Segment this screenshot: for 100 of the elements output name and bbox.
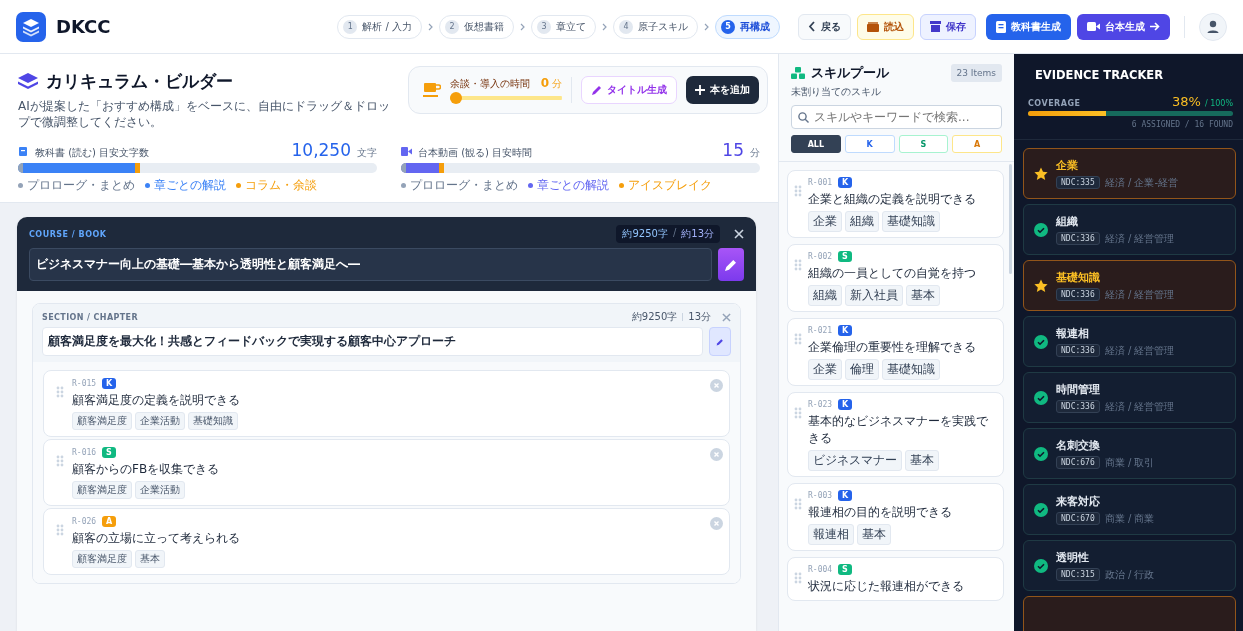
slider-value: 0	[540, 76, 549, 90]
drag-handle-icon[interactable]	[794, 259, 802, 271]
skill-card[interactable]: R-004 S 状況に応じた報連相ができる	[787, 557, 1004, 601]
course-title-field[interactable]: ビジネスマナー向上の基礎―基本から透明性と顧客満足へ―	[29, 248, 712, 282]
meter-label: 教科書 (読む) 目安文字数	[35, 146, 150, 161]
step-tab[interactable]: 3 章立て	[531, 14, 596, 39]
check-circle-icon	[1034, 390, 1048, 405]
pencil-icon	[591, 84, 602, 96]
skill-title: 報連相の目的を説明できる	[808, 504, 952, 521]
search-icon	[798, 112, 809, 123]
ndc-code: NDC:676	[1056, 456, 1100, 469]
scrollbar-thumb[interactable]	[1009, 164, 1012, 274]
chevron-right-icon	[520, 22, 525, 31]
search-field[interactable]: スキルやキーワードで検索...	[791, 105, 1002, 129]
skill-type-badge: K	[838, 177, 853, 188]
skill-id: R-016	[72, 448, 97, 458]
skill-card[interactable]: R-001 K 企業と組織の定義を説明できる 企業 組織 基礎知識	[787, 170, 1004, 238]
skill-id: R-004	[808, 565, 833, 574]
remove-icon[interactable]	[710, 448, 723, 462]
coverage-total: / 100%	[1204, 99, 1233, 108]
arrow-right-icon	[1150, 22, 1160, 31]
drag-handle-icon[interactable]	[56, 386, 64, 399]
legend-label: アイスブレイク	[628, 177, 712, 195]
meter-unit: 文字	[357, 146, 377, 161]
slider-thumb[interactable]	[450, 92, 462, 104]
user-avatar-icon[interactable]	[1199, 12, 1227, 41]
check-circle-icon	[1034, 558, 1048, 573]
edit-button[interactable]	[718, 248, 744, 282]
pool-title: スキルプール	[811, 64, 889, 82]
book-button[interactable]: 教科書生成	[986, 13, 1071, 40]
skill-tag: 基礎知識	[882, 359, 940, 380]
skill-tag: 組織	[845, 211, 879, 232]
skill-card[interactable]: R-026 A 顧客の立場に立って考えられる 顧客満足度 基本	[43, 508, 730, 576]
drag-handle-icon[interactable]	[794, 407, 802, 419]
skill-card[interactable]: R-015 K 顧客満足度の定義を説明できる 顧客満足度 企業活動 基礎知識	[43, 370, 730, 438]
drag-handle-icon[interactable]	[794, 572, 802, 584]
legend-label: プロローグ・まとめ	[410, 177, 518, 195]
evidence-category: 商業 / 商業	[1104, 511, 1155, 526]
drag-handle-icon[interactable]	[56, 524, 64, 537]
drag-handle-icon[interactable]	[794, 333, 802, 345]
remove-icon[interactable]	[710, 517, 723, 531]
archive-icon	[930, 21, 941, 32]
drag-handle-icon[interactable]	[56, 455, 64, 468]
filter-tab[interactable]: K	[844, 135, 895, 153]
section-title-field[interactable]: 顧客満足度を最大化！共感とフィードバックで実現する顧客中心アプローチ	[42, 327, 703, 357]
skill-card[interactable]: R-016 S 顧客からのFBを収集できる 顧客満足度 企業活動	[43, 439, 730, 507]
close-icon[interactable]	[734, 229, 744, 240]
add-book-button[interactable]: 本を追加	[686, 76, 759, 104]
pencil-icon	[724, 257, 738, 272]
video-duration: 約13分	[681, 227, 714, 242]
ndc-code: NDC:336	[1056, 344, 1100, 357]
meter-value: 10,250	[291, 140, 351, 161]
step-tab[interactable]: 4 原子スキル	[613, 14, 698, 39]
skill-tag: 組織	[808, 285, 842, 306]
remove-icon[interactable]	[710, 379, 723, 393]
save-button[interactable]: 保存	[920, 13, 976, 40]
page-title: カリキュラム・ビルダー	[46, 70, 233, 93]
plus-icon	[695, 85, 705, 95]
skill-card[interactable]: R-002 S 組織の一員としての自覚を持つ 組織 新入社員 基本	[787, 244, 1004, 312]
filter-tab[interactable]: S	[898, 135, 949, 153]
ndc-code: NDC:335	[1056, 176, 1100, 189]
step-tab[interactable]: 1 解析 / 入力	[337, 14, 422, 39]
skill-type-badge: S	[838, 251, 852, 262]
skill-tag: 基本	[135, 550, 165, 569]
skill-card[interactable]: R-003 K 報連相の目的を説明できる 報連相 基本	[787, 483, 1004, 551]
char-count: 約9250字	[631, 310, 678, 325]
slider-label: 余談・導入の時間	[450, 77, 530, 91]
load-button[interactable]: 読込	[857, 13, 914, 40]
check-circle-icon	[1034, 502, 1048, 517]
skill-tag: 企業活動	[135, 412, 185, 431]
back-button[interactable]: 戻る	[798, 13, 851, 40]
skill-title: 企業と組織の定義を説明できる	[808, 191, 976, 208]
skill-tag: 基礎知識	[188, 412, 238, 431]
skill-type-badge: S	[102, 447, 116, 459]
slider-unit: 分	[552, 77, 562, 91]
skill-card[interactable]: R-021 K 企業倫理の重要性を理解できる 企業 倫理 基礎知識	[787, 318, 1004, 386]
skill-tag: 企業	[808, 211, 842, 232]
check-circle-icon	[1034, 222, 1048, 237]
skill-type-badge: A	[102, 516, 117, 528]
generate-title-button[interactable]: タイトル生成	[581, 76, 677, 104]
app-name: DKCC	[56, 16, 111, 37]
evidence-title: 企業	[1056, 157, 1079, 173]
skill-type-badge: K	[838, 399, 853, 410]
check-circle-icon	[1034, 334, 1048, 349]
skill-id: R-003	[808, 491, 833, 500]
drag-handle-icon[interactable]	[794, 185, 802, 197]
drag-handle-icon[interactable]	[794, 498, 802, 510]
step-tab[interactable]: 5 再構成	[715, 14, 780, 39]
video-duration: 13分	[688, 310, 711, 325]
skill-tag: 顧客満足度	[72, 481, 132, 500]
item-count: 23 Items	[950, 64, 1002, 82]
step-tab[interactable]: 2 仮想書籍	[439, 14, 514, 39]
video-button[interactable]: 台本生成	[1077, 13, 1170, 40]
evidence-title: 時間管理	[1056, 381, 1101, 397]
stats-separator: /	[672, 227, 677, 241]
evidence-title: 名刺交換	[1056, 437, 1101, 453]
book-icon	[996, 20, 1006, 33]
ndc-code: NDC:315	[1056, 568, 1100, 581]
filter-tab[interactable]: ALL	[791, 135, 841, 153]
skill-card[interactable]: R-023 K 基本的なビジネスマナーを実践できる ビジネスマナー 基本	[787, 392, 1004, 477]
